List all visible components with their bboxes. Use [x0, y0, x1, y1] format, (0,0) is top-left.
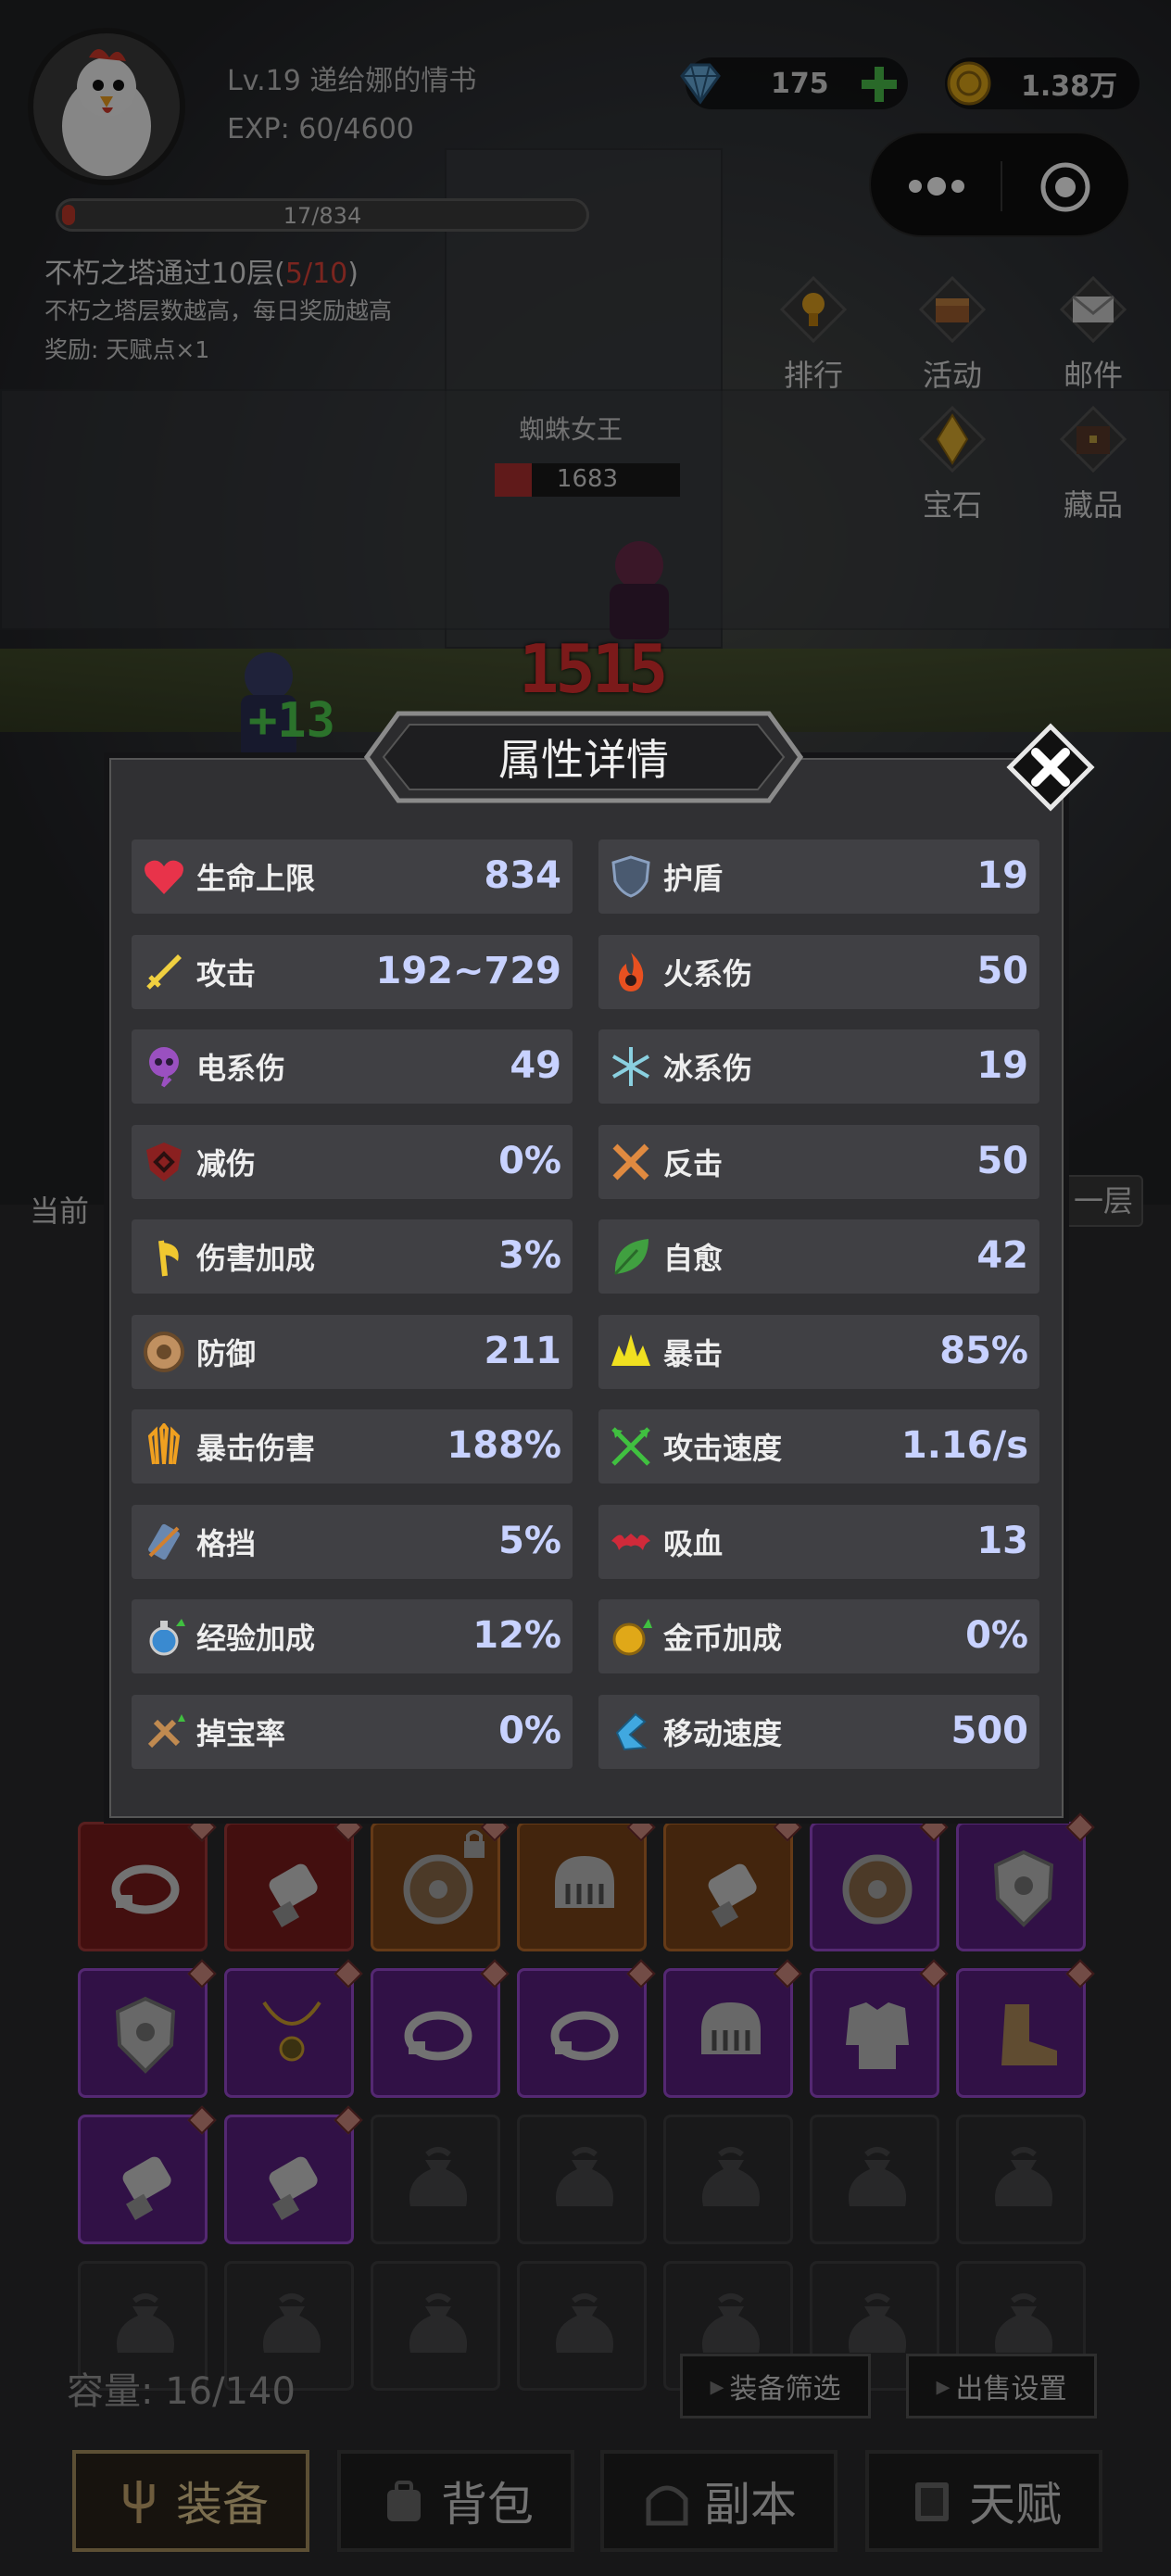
round-shield-icon	[132, 1315, 196, 1389]
stat-name: 经验加成	[196, 1621, 316, 1656]
stat-name: 减伤	[196, 1145, 257, 1181]
stat-value: 211	[484, 1329, 562, 1372]
stat-value: 0%	[965, 1614, 1028, 1657]
stat-value: 50	[976, 1139, 1028, 1182]
stat-row: 护盾 19	[598, 840, 1039, 914]
stat-name: 生命上限	[196, 861, 316, 896]
arrows-icon	[598, 1409, 663, 1484]
stat-row: 防御 211	[132, 1314, 573, 1389]
snowflake-icon	[598, 1029, 663, 1104]
boot-speed-icon	[598, 1695, 663, 1769]
stat-row: 移动速度 500	[598, 1694, 1039, 1769]
stat-name: 电系伤	[196, 1051, 286, 1086]
stat-row: 吸血 13	[598, 1504, 1039, 1579]
modal-title-banner: 属性详情	[361, 706, 806, 808]
stat-name: 攻击	[196, 955, 257, 991]
stat-row: 暴击 85%	[598, 1314, 1039, 1389]
axe-icon	[132, 1219, 196, 1294]
stat-name: 火系伤	[663, 955, 753, 991]
stat-row: 减伤 0%	[132, 1124, 573, 1199]
stat-name: 移动速度	[663, 1715, 783, 1751]
stat-row: 暴击伤害 188%	[132, 1409, 573, 1484]
stat-value: 85%	[939, 1329, 1028, 1372]
stat-value: 500	[951, 1709, 1029, 1752]
stat-row: 掉宝率 0%	[132, 1694, 573, 1769]
leaf-icon	[598, 1219, 663, 1294]
stat-name: 护盾	[663, 861, 724, 896]
crossed-swords-icon	[598, 1125, 663, 1199]
blades-icon	[132, 1409, 196, 1484]
stat-row: 格挡 5%	[132, 1504, 573, 1579]
stat-name: 暴击	[663, 1335, 724, 1371]
stat-name: 自愈	[663, 1241, 724, 1276]
stat-value: 19	[976, 1044, 1028, 1087]
stat-name: 金币加成	[663, 1621, 783, 1656]
stat-name: 格挡	[196, 1525, 257, 1561]
stat-row: 生命上限 834	[132, 840, 573, 914]
loot-icon	[132, 1695, 196, 1769]
damage-reduction-icon	[132, 1125, 196, 1199]
stat-name: 冰系伤	[663, 1051, 753, 1086]
stat-row: 反击 50	[598, 1124, 1039, 1199]
stat-name: 掉宝率	[196, 1715, 286, 1751]
stat-value: 5%	[498, 1519, 561, 1562]
stat-row: 金币加成 0%	[598, 1599, 1039, 1673]
close-icon	[1006, 723, 1095, 812]
stat-value: 42	[976, 1234, 1028, 1277]
stat-value: 192~729	[375, 949, 561, 992]
block-shield-icon	[132, 1505, 196, 1579]
stat-row: 经验加成 12%	[132, 1599, 573, 1673]
stat-row: 电系伤 49	[132, 1029, 573, 1104]
stat-name: 吸血	[663, 1525, 724, 1561]
stat-value: 13	[976, 1519, 1028, 1562]
stat-row: 冰系伤 19	[598, 1029, 1039, 1104]
stat-value: 188%	[447, 1424, 561, 1467]
stat-name: 暴击伤害	[196, 1431, 316, 1466]
stat-name: 攻击速度	[663, 1431, 783, 1466]
stat-value: 0%	[498, 1709, 561, 1752]
attribute-details-modal: 生命上限 834 护盾 19 攻击 192~729 火系伤 50 电系伤 49 冰系伤 19 减伤 0% 反…	[104, 752, 1069, 1824]
stat-value: 49	[510, 1044, 561, 1087]
crit-burst-icon	[598, 1315, 663, 1389]
coin-bonus-icon	[598, 1599, 663, 1673]
stat-name: 反击	[663, 1145, 724, 1181]
stat-row: 火系伤 50	[598, 934, 1039, 1009]
close-modal-button[interactable]	[1004, 721, 1097, 814]
stat-value: 3%	[498, 1234, 561, 1277]
stat-value: 0%	[498, 1139, 561, 1182]
shield-icon	[598, 840, 663, 914]
lightning-skull-icon	[132, 1029, 196, 1104]
stat-value: 50	[976, 949, 1028, 992]
stat-name: 防御	[196, 1335, 257, 1371]
stat-value: 1.16/s	[900, 1424, 1028, 1467]
stat-row: 伤害加成 3%	[132, 1219, 573, 1294]
stat-value: 834	[484, 854, 562, 897]
fire-icon	[598, 935, 663, 1009]
stat-value: 19	[976, 854, 1028, 897]
stat-name: 伤害加成	[196, 1241, 316, 1276]
stat-row: 攻击速度 1.16/s	[598, 1409, 1039, 1484]
sword-icon	[132, 935, 196, 1009]
bat-icon	[598, 1505, 663, 1579]
heart-icon	[132, 840, 196, 914]
stat-value: 12%	[472, 1614, 561, 1657]
modal-title: 属性详情	[498, 735, 669, 785]
stat-row: 攻击 192~729	[132, 934, 573, 1009]
exp-potion-icon	[132, 1599, 196, 1673]
stat-row: 自愈 42	[598, 1219, 1039, 1294]
